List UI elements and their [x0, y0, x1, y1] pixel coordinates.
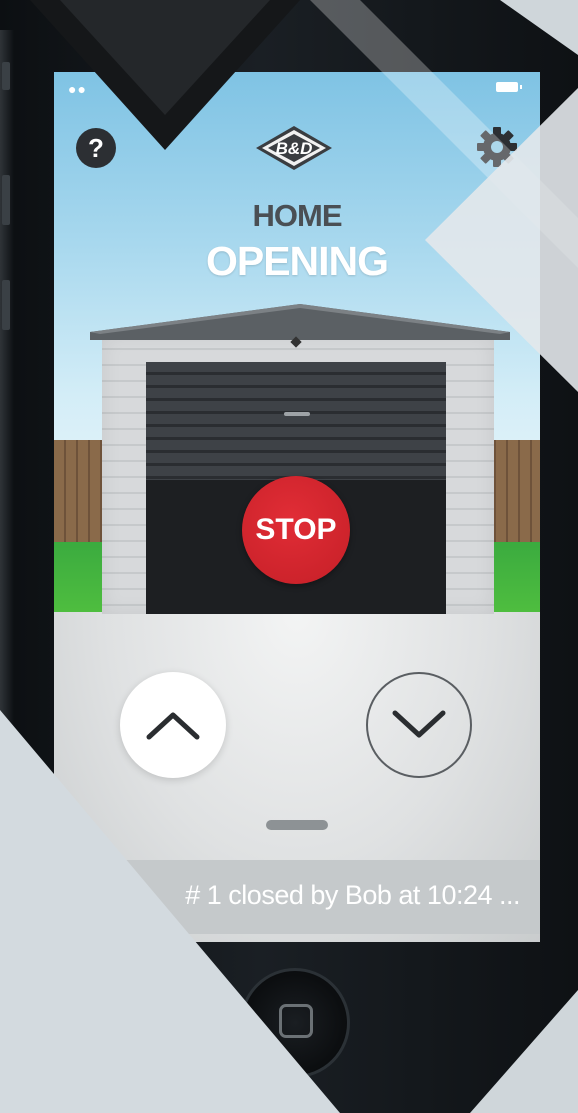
chevron-up-icon [146, 712, 200, 740]
volume-up-button [2, 175, 10, 225]
app-screen: ●● ? B&D HOME OPENING STOP # 1 closed by… [54, 72, 540, 942]
stop-button[interactable]: STOP [242, 476, 350, 584]
close-door-button[interactable] [366, 672, 472, 778]
open-door-button[interactable] [120, 672, 226, 778]
activity-message: # 1 closed by Bob at 10:24 ... [185, 880, 520, 910]
door-handle [284, 412, 310, 416]
phone-frame: ●● ? B&D HOME OPENING STOP # 1 closed by… [0, 0, 578, 1113]
stop-button-label: STOP [255, 513, 337, 546]
mute-switch [2, 62, 10, 90]
history-drawer-handle[interactable] [266, 820, 328, 830]
volume-down-button [2, 280, 10, 330]
chevron-down-icon [392, 710, 446, 738]
home-button-square [279, 1004, 313, 1038]
garage-door [146, 362, 446, 480]
garage-roof [90, 304, 510, 340]
